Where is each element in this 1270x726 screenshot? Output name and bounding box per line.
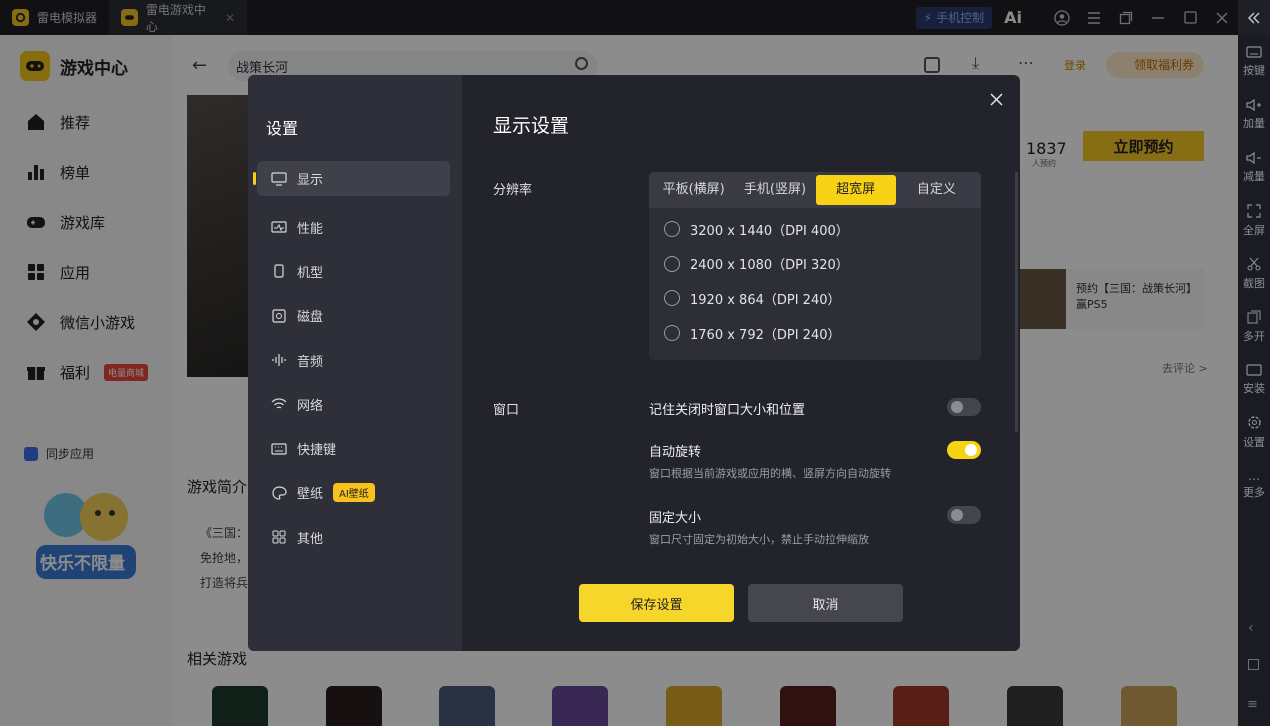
settings-menu-network[interactable]: 网络 (257, 382, 450, 426)
toolbar-fullscreen-button[interactable]: 全屏 (1238, 194, 1270, 247)
tab-tablet-landscape[interactable]: 平板(横屏) (653, 175, 734, 205)
volume-up-icon (1246, 98, 1261, 111)
settings-menu-other[interactable]: 其他 (257, 515, 450, 559)
auto-rotate-label: 自动旋转 (649, 445, 702, 460)
cancel-button[interactable]: 取消 (748, 584, 903, 622)
monitor-icon (271, 171, 287, 186)
toolbar-volume-up-button[interactable]: 加量 (1238, 88, 1270, 141)
apk-icon (1246, 363, 1262, 376)
settings-menu-display[interactable]: 显示 (253, 161, 450, 196)
settings-title: 设置 (266, 119, 299, 138)
tab-phone-portrait[interactable]: 手机(竖屏) (734, 175, 815, 205)
display-settings-title: 显示设置 (493, 115, 570, 137)
keyboard-icon (271, 443, 287, 455)
android-home-icon[interactable] (1248, 659, 1259, 670)
radio-button[interactable] (664, 255, 680, 272)
radio-button[interactable] (664, 325, 680, 342)
auto-rotate-desc: 窗口根据当前游戏或应用的横、竖屏方向自动旋转 (649, 467, 891, 480)
fullscreen-icon (1247, 203, 1261, 218)
settings-menu-wallpaper[interactable]: 壁纸 AI壁纸 (257, 471, 450, 515)
resolution-option[interactable]: 1760 x 792（DPI 240） (649, 316, 981, 351)
emulator-toolbar: 按键 加量 减量 全屏 截图 多开 安装 设置 … 更多 ‹ ≡ (1238, 35, 1270, 726)
resolution-panel: 平板(横屏) 手机(竖屏) 超宽屏 自定义 3200 x 1440（DPI 40… (649, 172, 981, 360)
settings-menu-disk[interactable]: 磁盘 (257, 294, 450, 338)
palette-icon (272, 486, 287, 500)
window-label: 窗口 (493, 403, 520, 418)
toolbar-more-button[interactable]: … 更多 (1238, 459, 1270, 512)
toolbar-screenshot-button[interactable]: 截图 (1238, 247, 1270, 300)
multi-open-icon (1247, 310, 1261, 323)
toolbar-install-button[interactable]: 安装 (1238, 353, 1270, 406)
resolution-mode-tabs: 平板(横屏) 手机(竖屏) 超宽屏 自定义 (649, 172, 981, 208)
remember-window-toggle[interactable] (947, 398, 981, 416)
dialog-scrollbar[interactable] (1015, 172, 1018, 432)
volume-down-icon (1246, 151, 1261, 164)
performance-icon (271, 221, 287, 233)
settings-menu-shortcuts[interactable]: 快捷键 (257, 426, 450, 470)
wifi-icon (271, 398, 287, 409)
toolbar-settings-button[interactable]: 设置 (1238, 406, 1270, 459)
grid-icon (272, 530, 286, 544)
remember-window-label: 记住关闭时窗口大小和位置 (649, 403, 806, 418)
radio-button[interactable] (664, 221, 680, 238)
audio-icon (272, 354, 286, 367)
settings-menu-model[interactable]: 机型 (257, 249, 450, 293)
scissors-icon (1247, 257, 1261, 270)
settings-menu-performance[interactable]: 性能 (257, 205, 450, 249)
close-dialog-icon[interactable] (986, 89, 1006, 109)
disk-icon (272, 309, 286, 323)
fixed-size-desc: 窗口尺寸固定为初始大小，禁止手动拉伸缩放 (649, 533, 869, 546)
android-recents-icon[interactable]: ≡ (1247, 697, 1258, 712)
resolution-option[interactable]: 3200 x 1440（DPI 400） (649, 212, 981, 247)
tab-ultrawide[interactable]: 超宽屏 (815, 175, 896, 205)
auto-rotate-toggle[interactable] (947, 441, 981, 459)
resolution-option[interactable]: 1920 x 864（DPI 240） (649, 281, 981, 316)
fixed-size-toggle[interactable] (947, 506, 981, 524)
android-back-icon[interactable]: ‹ (1248, 620, 1254, 636)
resolution-option[interactable]: 2400 x 1080（DPI 320） (649, 247, 981, 282)
collapse-sidebar-icon[interactable] (1238, 0, 1270, 35)
ai-wallpaper-badge: AI壁纸 (333, 483, 375, 503)
resolution-label: 分辨率 (493, 183, 533, 198)
settings-dialog: 设置 显示 性能 机型 磁盘 音频 网络 快捷键 壁纸 AI壁纸 其他 显示设置… (248, 75, 1020, 651)
fixed-size-label: 固定大小 (649, 511, 702, 526)
gear-icon (1247, 416, 1261, 429)
settings-sidebar: 设置 显示 性能 机型 磁盘 音频 网络 快捷键 壁纸 AI壁纸 其他 (248, 75, 462, 651)
toolbar-multi-open-button[interactable]: 多开 (1238, 300, 1270, 353)
keyboard-icon (1246, 45, 1262, 58)
phone-icon (274, 264, 284, 279)
toolbar-volume-down-button[interactable]: 减量 (1238, 141, 1270, 194)
save-settings-button[interactable]: 保存设置 (579, 584, 734, 622)
settings-menu-audio[interactable]: 音频 (257, 338, 450, 382)
more-icon: … (1248, 468, 1260, 483)
tab-custom[interactable]: 自定义 (896, 175, 977, 205)
radio-button[interactable] (664, 290, 680, 307)
toolbar-keymap-button[interactable]: 按键 (1238, 35, 1270, 88)
